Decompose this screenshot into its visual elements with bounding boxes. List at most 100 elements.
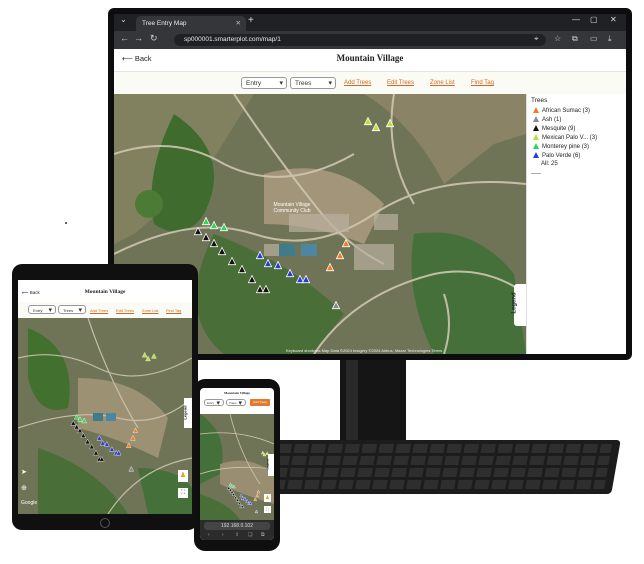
tab-search-icon[interactable]: ⌄ [120,15,127,24]
tree-marker-icon[interactable] [93,449,99,456]
tree-marker-icon[interactable] [331,300,341,310]
tree-marker-icon[interactable] [128,465,134,472]
tree-marker-icon[interactable] [363,116,373,126]
tree-marker-icon[interactable] [209,238,219,248]
minimize-button[interactable]: — [572,15,580,24]
tree-marker-icon[interactable] [201,216,211,226]
tree-marker-icon[interactable] [96,434,103,441]
tablet-fullscreen-icon[interactable]: ⛶ [178,488,188,498]
download-icon[interactable]: ⤓ [608,34,612,44]
trees-select[interactable]: Trees [290,77,336,90]
back-arrow-icon[interactable]: ← [120,33,129,43]
new-tab-button[interactable]: + [248,15,254,26]
phone-address-bar[interactable]: 192.168.0.102 [204,522,270,530]
phone-tabs-icon[interactable]: ⧉ [261,532,265,538]
tree-marker-icon[interactable] [227,485,231,490]
browser-tab[interactable]: Tree Entry Map ✕ [136,16,246,31]
tree-marker-icon[interactable] [247,274,257,284]
legend-item-mexican-palo-verde[interactable]: Mexican Palo V... (3) [533,134,597,141]
phone-share-icon[interactable]: ⇪ [235,532,239,538]
tablet-home-button[interactable] [100,518,110,528]
phone-bookmarks-icon[interactable]: ❑ [248,532,252,538]
tablet-pegman-icon[interactable]: ♟ [178,470,188,482]
tree-marker-icon[interactable] [130,434,136,441]
legend-item-mesquite[interactable]: Mesquite (9) [533,125,575,132]
tree-marker-icon[interactable] [84,438,91,445]
phone-map[interactable]: Legend ♟ ⛶ [200,414,274,520]
tablet-zone-list-link[interactable]: Zone List [142,308,158,313]
tree-marker-icon[interactable] [261,284,271,294]
phone-legend-toggle-tab[interactable]: Legend [265,454,274,476]
bookmark-star-icon[interactable]: ☆ [554,34,561,43]
maximize-button[interactable]: ▢ [590,15,598,24]
tablet-add-trees-link[interactable]: Add Trees [90,308,108,313]
window-close-button[interactable]: ✕ [610,15,617,24]
tree-marker-icon[interactable] [81,417,87,424]
tree-marker-icon[interactable] [141,351,148,358]
tab-close-icon[interactable]: ✕ [236,16,241,31]
tree-marker-icon[interactable] [301,274,311,284]
tablet-compass-icon[interactable]: ⊕ [21,484,27,492]
tree-marker-icon[interactable] [325,262,335,272]
phone-add-trees-button[interactable]: Add Trees [250,399,270,406]
tree-marker-icon[interactable] [132,427,139,434]
zone-list-link[interactable]: Zone List [430,80,455,86]
extensions-icon[interactable]: ⧉ [572,34,578,44]
legend-toggle-tab[interactable]: Legend [512,284,526,326]
address-bar[interactable]: sp000001.smarterplot.com/map/1 [174,34,546,46]
legend-item-african-sumac[interactable]: African Sumac (3) [533,107,590,114]
tree-marker-icon[interactable] [233,495,238,500]
tree-marker-icon[interactable] [341,238,351,248]
tree-marker-icon[interactable] [151,353,157,359]
tree-marker-icon[interactable] [209,220,219,230]
legend-item-ash[interactable]: Ash (1) [533,116,561,123]
tree-marker-icon[interactable] [73,413,80,420]
tree-marker-icon[interactable] [254,509,259,514]
phone-pegman-icon[interactable]: ♟ [264,494,271,502]
tree-marker-icon[interactable] [285,268,295,278]
tablet-trees-select[interactable]: Trees [58,305,86,315]
tree-marker-icon[interactable] [70,420,77,426]
phone-fullscreen-icon[interactable]: ⛶ [264,506,271,513]
phone-entry-select[interactable]: Entry [204,399,224,407]
add-trees-link[interactable]: Add Trees [344,80,371,86]
tablet-edit-trees-link[interactable]: Edit Trees [116,308,134,313]
tree-marker-icon[interactable] [219,222,229,232]
tree-marker-icon[interactable] [239,493,243,498]
legend-item-monterey-pine[interactable]: Monterey pine (3) [533,143,589,150]
tablet-entry-select[interactable]: Entry [28,305,56,315]
tree-marker-icon[interactable] [227,256,237,266]
tree-marker-icon[interactable] [263,258,273,268]
tree-marker-icon[interactable] [253,497,257,501]
cast-icon[interactable]: ▭ [590,34,598,43]
tree-marker-icon[interactable] [255,493,259,498]
location-icon[interactable]: ⌖ [534,34,539,44]
tree-marker-icon[interactable] [80,432,87,438]
tree-marker-icon[interactable] [193,226,203,236]
forward-arrow-icon[interactable]: → [134,33,143,43]
phone-trees-select[interactable]: Trees [226,399,246,407]
edit-trees-link[interactable]: Edit Trees [387,80,414,86]
tablet-legend-toggle-tab[interactable]: Legend [183,398,192,428]
phone-back-icon[interactable]: ‹ [208,532,210,538]
find-tag-link[interactable]: Find Tag [471,80,494,86]
tree-marker-icon[interactable] [201,232,211,242]
tablet-map[interactable]: Legend ♟ ⛶ Google ➤ ⊕ [18,318,192,514]
tree-marker-icon[interactable] [237,264,247,274]
tree-marker-icon[interactable] [109,446,115,452]
phone-forward-icon[interactable]: › [222,532,224,538]
tree-marker-icon[interactable] [256,489,261,494]
tree-marker-icon[interactable] [125,442,132,448]
tree-marker-icon[interactable] [273,260,283,270]
legend-item-palo-verde[interactable]: Palo Verde (6) [533,152,580,159]
entry-select[interactable]: Entry [241,77,287,90]
tablet-find-tag-link[interactable]: Find Tag [166,308,181,313]
tree-marker-icon[interactable] [99,439,106,446]
tree-marker-icon[interactable] [237,501,242,505]
tree-marker-icon[interactable] [261,450,265,455]
tree-marker-icon[interactable] [104,441,110,447]
reload-icon[interactable]: ↻ [150,33,158,44]
tree-marker-icon[interactable] [217,246,227,256]
tablet-locate-icon[interactable]: ➤ [21,468,27,476]
tree-marker-icon[interactable] [335,250,345,260]
